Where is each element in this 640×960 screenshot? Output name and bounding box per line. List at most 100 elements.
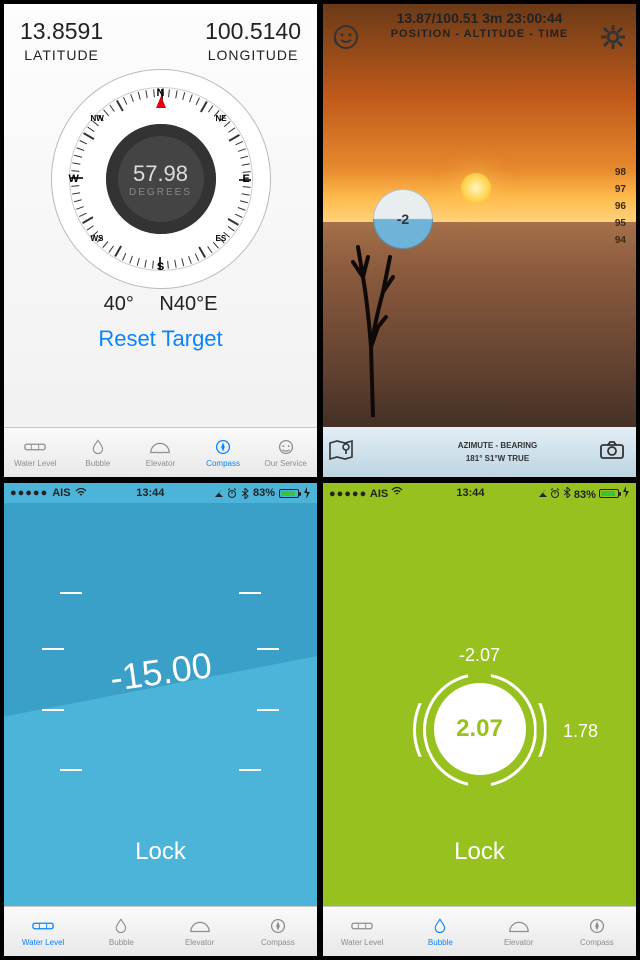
tab-label: Water Level [22, 938, 64, 947]
tab-elevator[interactable]: Elevator [161, 907, 239, 956]
tab-bubble[interactable]: Bubble [401, 907, 479, 956]
ar-screen: 13.87/100.51 3m 23:00:44 POSITION - ALTI… [323, 4, 636, 477]
tab-label: Elevator [146, 459, 175, 468]
bluetooth-icon [563, 487, 571, 498]
bubble-top-value: -2.07 [459, 645, 500, 666]
lock-button[interactable]: Lock [454, 838, 505, 866]
tab-water-level[interactable]: Water Level [4, 907, 82, 956]
bubble-right-value: 1.78 [563, 721, 598, 742]
sun-icon [461, 173, 491, 203]
tab-label: Bubble [428, 938, 453, 947]
tab-compass[interactable]: Compass [558, 907, 636, 956]
compass-inner: 57.98 DEGREES [106, 124, 216, 234]
tab-label: Water Level [14, 459, 56, 468]
tab-label: Water Level [341, 938, 383, 947]
compass-screen: 13.8591 LATITUDE 100.5140 LONGITUDE N E … [4, 4, 317, 477]
tabbar: Water Level Bubble Elevator Compass [323, 906, 636, 956]
latitude-label: LATITUDE [20, 47, 103, 63]
location-icon [214, 488, 223, 498]
reset-target-button[interactable]: Reset Target [4, 326, 317, 352]
latitude-block: 13.8591 LATITUDE [20, 18, 103, 63]
degrees-label: DEGREES [129, 187, 192, 198]
protractor-icon [148, 437, 172, 457]
longitude-label: LONGITUDE [205, 47, 301, 63]
longitude-value: 100.5140 [205, 18, 301, 45]
tab-water-level[interactable]: Water Level [4, 428, 67, 477]
status-bar: ●●●●● AIS 13:44 83% [323, 483, 636, 503]
label-e: E [243, 173, 250, 185]
drop-icon [428, 916, 452, 936]
bubble-center: 2.07 [434, 683, 526, 775]
scale-val: 98 [615, 164, 626, 181]
label-w: W [69, 173, 79, 185]
label-s: S [157, 261, 164, 273]
tabbar: Water Level Bubble Elevator Compass [4, 906, 317, 956]
level-icon [31, 916, 55, 936]
compass-face[interactable]: N E S W NE ES WS NW 57.98 DEGREES [51, 69, 271, 289]
charging-icon [622, 486, 630, 498]
signal-icon: ●●●●● [10, 487, 48, 499]
alarm-icon [227, 488, 237, 498]
tab-our-service[interactable]: Our Service [254, 428, 317, 477]
level-icon [23, 437, 47, 457]
tab-label: Bubble [109, 938, 134, 947]
drop-icon [109, 916, 133, 936]
scale-val: 95 [615, 215, 626, 232]
tab-bubble[interactable]: Bubble [82, 907, 160, 956]
bubble-center-value: 2.07 [456, 715, 503, 743]
longitude-block: 100.5140 LONGITUDE [205, 18, 301, 63]
bubble-area[interactable]: -2.07 1.78 2.07 Lock [323, 503, 636, 906]
elevation-scale: 98 97 96 95 94 [615, 164, 626, 249]
label-se: ES [216, 234, 227, 243]
position-label: POSITION - ALTITUDE - TIME [323, 28, 636, 40]
position-value: 13.87/100.51 3m 23:00:44 [323, 10, 636, 26]
bluetooth-icon [241, 488, 249, 499]
bubble-screen: ●●●●● AIS 13:44 83% -2.07 1.78 2.07 Lock… [323, 483, 636, 956]
carrier-label: AIS [52, 487, 70, 499]
level-bubble: -2 [373, 189, 433, 249]
wifi-icon [391, 487, 403, 497]
alarm-icon [550, 488, 560, 498]
compass-icon [585, 916, 609, 936]
carrier-label: AIS [370, 488, 388, 500]
label-ne: NE [216, 114, 227, 123]
tab-elevator[interactable]: Elevator [480, 907, 558, 956]
battery-icon [279, 489, 299, 498]
gear-icon[interactable] [600, 24, 626, 55]
tab-water-level[interactable]: Water Level [323, 907, 401, 956]
support-icon[interactable] [333, 24, 359, 55]
compass-needle-icon [156, 96, 166, 108]
camera-icon[interactable] [594, 440, 630, 465]
tab-label: Compass [580, 938, 614, 947]
ar-header: 13.87/100.51 3m 23:00:44 POSITION - ALTI… [323, 10, 636, 40]
wifi-icon [75, 488, 87, 498]
heading-deg: 40° [104, 293, 134, 315]
bubble-value: -2 [397, 211, 409, 227]
charging-icon [303, 487, 311, 499]
signal-icon: ●●●●● [329, 488, 367, 500]
protractor-icon [188, 916, 212, 936]
ar-bottombar: AZIMUTE - BEARING 181° S1°W TRUE [323, 427, 636, 477]
coord-row: 13.8591 LATITUDE 100.5140 LONGITUDE [4, 4, 317, 63]
tab-label: Elevator [185, 938, 214, 947]
status-bar: ●●●●● AIS 13:44 83% [4, 483, 317, 503]
tab-compass[interactable]: Compass [192, 428, 255, 477]
tab-label: Our Service [265, 459, 307, 468]
location-icon [538, 488, 547, 498]
level-icon [350, 916, 374, 936]
compass-icon [266, 916, 290, 936]
tab-compass[interactable]: Compass [239, 907, 317, 956]
tab-label: Bubble [85, 459, 110, 468]
tab-bubble[interactable]: Bubble [67, 428, 130, 477]
degrees-value: 57.98 [133, 161, 188, 187]
scale-val: 94 [615, 232, 626, 249]
tab-elevator[interactable]: Elevator [129, 428, 192, 477]
waterlevel-screen: ●●●●● AIS 13:44 83% -15.00 Lock Water Le… [4, 483, 317, 956]
tabbar: Water Level Bubble Elevator Compass Our … [4, 427, 317, 477]
map-icon[interactable] [323, 439, 359, 466]
battery-label: 83% [253, 487, 275, 499]
lock-button[interactable]: Lock [135, 838, 186, 866]
time-label: 13:44 [136, 487, 164, 499]
tilt-area[interactable]: -15.00 Lock [4, 503, 317, 906]
heading-row: 40° N40°E [4, 293, 317, 316]
